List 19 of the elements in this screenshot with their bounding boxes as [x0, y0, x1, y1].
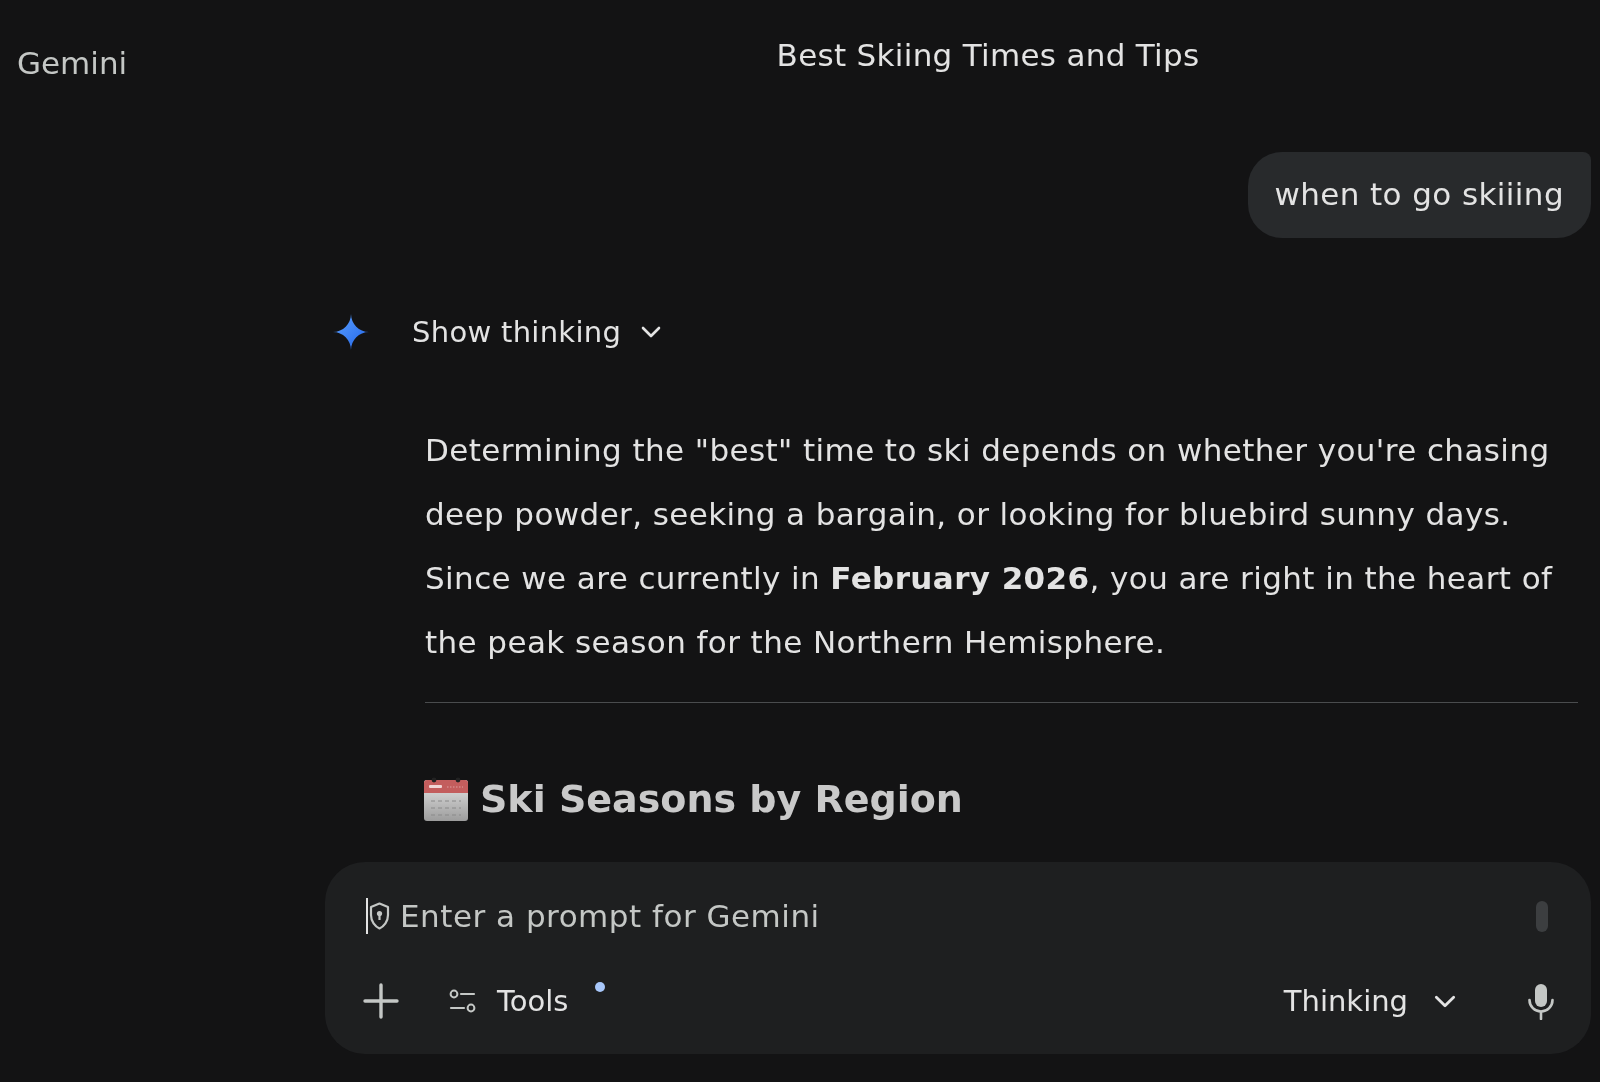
microphone-icon: [1527, 982, 1555, 1020]
scrollbar-thumb: [1536, 900, 1548, 932]
show-thinking-button[interactable]: Show thinking: [412, 312, 662, 352]
app-name: Gemini: [17, 44, 128, 82]
plus-icon: [363, 983, 399, 1019]
prompt-input[interactable]: Enter a prompt for Gemini: [400, 894, 1520, 938]
chevron-down-icon: [641, 326, 662, 338]
tools-button[interactable]: Tools: [437, 977, 608, 1025]
chevron-down-icon: [1434, 994, 1456, 1008]
add-button[interactable]: [363, 983, 399, 1019]
sliders-icon: [449, 988, 476, 1014]
response-paragraph: Determining the "best" time to ski depends on whether you're chasing deep powder, seeking a bargain, or looking for bluebird sunny days. Since we are currently in February 2026, you are right in the heart of the peak season for the Northern Hemisphere.: [425, 431, 1554, 662]
section-heading: Ski Seasons by Region: [480, 776, 963, 823]
user-message: when to go skiiing: [1248, 152, 1591, 238]
conversation-title: Best Skiing Times and Tips: [776, 36, 1200, 74]
shield-icon: [369, 902, 390, 930]
mode-selector[interactable]: Thinking: [1275, 977, 1464, 1025]
calendar-icon: [423, 776, 469, 822]
sparkle-icon: [333, 314, 369, 350]
